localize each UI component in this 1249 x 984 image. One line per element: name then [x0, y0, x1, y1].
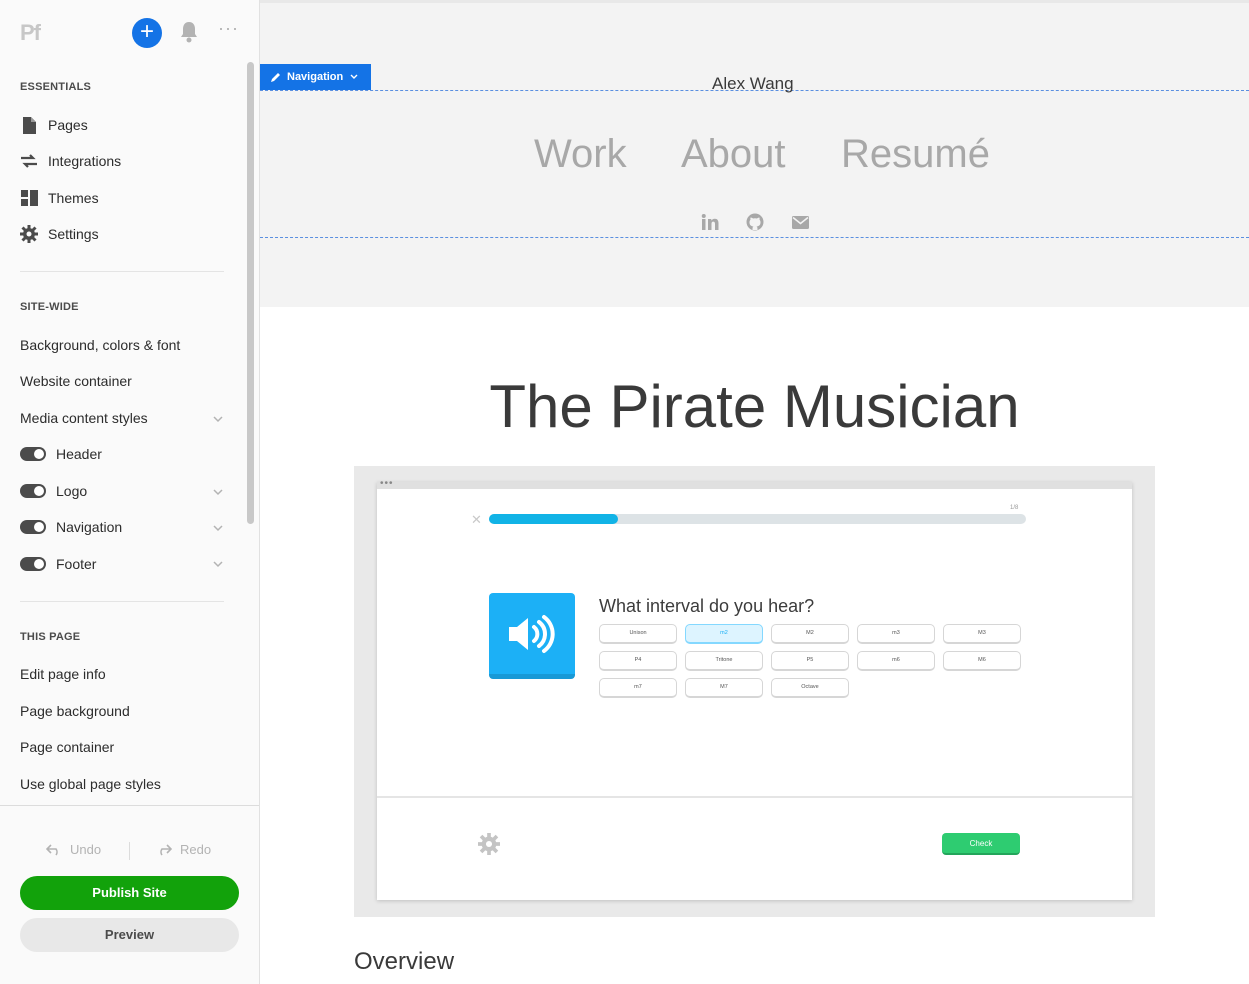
- navigation-outline-bottom: [260, 237, 1249, 238]
- sidebar-item-page-background[interactable]: Page background: [20, 703, 130, 719]
- progress-fill: [489, 514, 618, 524]
- nav-link-work[interactable]: Work: [534, 132, 627, 177]
- sidebar-item-label: Settings: [48, 226, 99, 242]
- redo-icon: [160, 843, 172, 855]
- check-button: Check: [942, 833, 1020, 855]
- page-icon: [20, 116, 38, 134]
- undo-label: Undo: [70, 842, 102, 857]
- chevron-down-icon[interactable]: [212, 521, 224, 533]
- sidebar-item-integrations[interactable]: Integrations: [20, 150, 121, 172]
- chevron-down-icon[interactable]: [212, 557, 224, 569]
- redo-label: Redo: [180, 842, 212, 857]
- option-button: Unison: [599, 624, 677, 644]
- portfolio-logo: Pf: [20, 20, 41, 45]
- sidebar-item-themes[interactable]: Themes: [20, 187, 99, 209]
- sidebar-divider: [20, 601, 224, 602]
- page-title[interactable]: The Pirate Musician: [260, 372, 1249, 441]
- editor-sidebar: Pf + ··· ESSENTIALS Pages Integrations T…: [0, 0, 260, 984]
- undo-redo-divider: [129, 842, 130, 860]
- sidebar-item-label: Pages: [48, 117, 88, 133]
- speaker-button: [489, 593, 575, 679]
- window-dots-icon: •••: [380, 478, 394, 489]
- navigation-tag-label: Navigation: [287, 71, 344, 83]
- option-button: m3: [857, 624, 935, 644]
- project-media-frame[interactable]: ••• ✕ 1/8 What interval do you hear? Uni…: [354, 466, 1155, 917]
- sidebar-item-label: Themes: [48, 190, 99, 206]
- pencil-icon: [271, 72, 280, 82]
- publish-site-button[interactable]: Publish Site: [20, 876, 239, 910]
- page-canvas: Navigation Alex Wang Work About Resumé T…: [260, 0, 1249, 984]
- linkedin-icon[interactable]: [700, 212, 720, 232]
- sidebar-divider: [20, 271, 224, 272]
- close-icon: ✕: [471, 512, 482, 527]
- option-button-selected: m2: [685, 624, 763, 644]
- navigation-toggle-row[interactable]: Navigation: [20, 517, 122, 537]
- sidebar-item-label: Integrations: [48, 153, 122, 169]
- mail-icon[interactable]: [790, 212, 810, 232]
- logo-toggle-row[interactable]: Logo: [20, 481, 87, 501]
- option-button: P4: [599, 651, 677, 671]
- sidebar-toolbar: Pf + ···: [0, 0, 259, 66]
- option-button: Octave: [771, 678, 849, 698]
- undo-icon: [46, 843, 58, 855]
- chevron-down-icon[interactable]: [212, 485, 224, 497]
- undo-button[interactable]: Undo: [46, 842, 101, 857]
- sidebar-footer: Undo Redo Publish Site Preview: [0, 805, 259, 984]
- sidebar-item-settings[interactable]: Settings: [20, 223, 99, 245]
- option-button: M6: [943, 651, 1021, 671]
- sidebar-item-edit-page-info[interactable]: Edit page info: [20, 666, 106, 682]
- speaker-icon: [509, 614, 555, 653]
- essentials-heading: ESSENTIALS: [20, 81, 92, 93]
- sidebar-scrollbar[interactable]: [247, 62, 254, 524]
- layout-icon: [20, 189, 38, 207]
- sidebar-item-page-container[interactable]: Page container: [20, 739, 114, 755]
- option-button: M2: [771, 624, 849, 644]
- question-count: 1/8: [1010, 505, 1019, 511]
- preview-button[interactable]: Preview: [20, 918, 239, 952]
- option-button: Tritone: [685, 651, 763, 671]
- option-button: P5: [771, 651, 849, 671]
- swap-arrows-icon: [20, 152, 38, 170]
- logo-toggle[interactable]: [20, 484, 46, 498]
- lesson-progress-bar: [489, 514, 1026, 524]
- chevron-down-icon[interactable]: [212, 412, 224, 424]
- browser-chrome: •••: [377, 478, 1132, 489]
- footer-toggle[interactable]: [20, 557, 46, 571]
- app-screenshot: ••• ✕ 1/8 What interval do you hear? Uni…: [377, 478, 1132, 900]
- gear-icon: [478, 833, 500, 855]
- sidebar-item-use-global-page-styles[interactable]: Use global page styles: [20, 776, 161, 792]
- bell-icon[interactable]: [178, 20, 200, 44]
- toggle-label: Header: [56, 446, 102, 462]
- nav-link-about[interactable]: About: [681, 132, 786, 177]
- navigation-section-tag[interactable]: Navigation: [260, 64, 372, 90]
- nav-link-resume[interactable]: Resumé: [841, 132, 990, 177]
- site-name[interactable]: Alex Wang: [712, 74, 794, 94]
- add-content-button[interactable]: +: [132, 18, 162, 48]
- toggle-label: Navigation: [56, 519, 123, 535]
- option-button: m6: [857, 651, 935, 671]
- github-icon[interactable]: [745, 212, 765, 232]
- overview-heading[interactable]: Overview: [354, 948, 454, 976]
- chevron-down-icon: [350, 74, 358, 79]
- footer-toggle-row[interactable]: Footer: [20, 554, 96, 574]
- this-page-heading: THIS PAGE: [20, 631, 81, 643]
- sidebar-item-background-colors-font[interactable]: Background, colors & font: [20, 337, 180, 353]
- sidebar-item-website-container[interactable]: Website container: [20, 373, 132, 389]
- sitewide-heading: SITE-WIDE: [20, 301, 79, 313]
- option-button: M3: [943, 624, 1021, 644]
- option-button: M7: [685, 678, 763, 698]
- gear-icon: [20, 225, 38, 243]
- redo-button[interactable]: Redo: [156, 842, 211, 857]
- option-button: m7: [599, 678, 677, 698]
- sidebar-item-media-content-styles[interactable]: Media content styles: [20, 410, 148, 426]
- sidebar-item-pages[interactable]: Pages: [20, 114, 88, 136]
- toggle-label: Footer: [56, 556, 97, 572]
- header-toggle[interactable]: [20, 447, 46, 461]
- question-text: What interval do you hear?: [599, 596, 815, 616]
- more-options-icon[interactable]: ···: [218, 18, 239, 39]
- header-toggle-row[interactable]: Header: [20, 444, 102, 464]
- navigation-toggle[interactable]: [20, 520, 46, 534]
- toggle-label: Logo: [56, 483, 88, 499]
- app-footer-divider: [377, 796, 1132, 798]
